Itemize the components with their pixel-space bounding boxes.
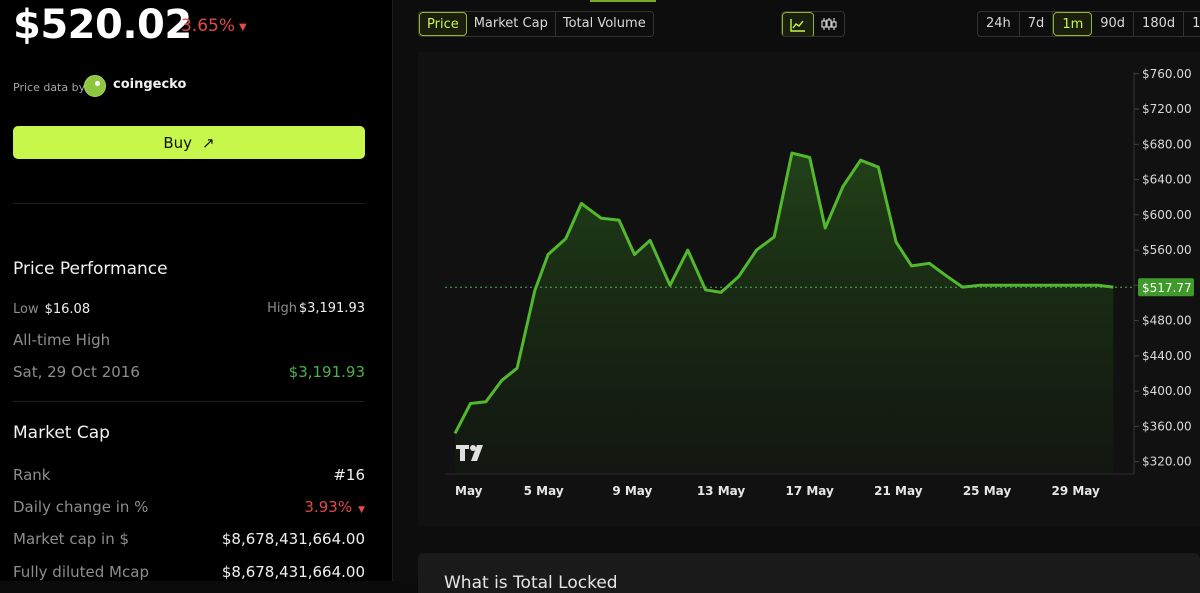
fdv-label: Fully diluted Mcap [13,563,149,581]
arrow-up-right-icon: ↗ [202,133,215,152]
coingecko-link[interactable]: coingecko [113,77,186,92]
info-panel-title: What is Total Locked [444,573,618,593]
daily-change-label: Daily change in % [13,498,149,516]
price-change-value: 3.65% [181,16,236,36]
ath-label: All-time High [13,331,111,349]
coingecko-logo-icon [84,75,106,97]
rank-row: Rank #16 [13,466,365,484]
price-performance-title: Price Performance [13,259,168,279]
range-1m[interactable]: 1m [1053,12,1093,36]
current-price: $520.02 [13,2,192,48]
time-range-selector: 24h 7d 1m 90d 180d 1y [977,11,1200,37]
daily-change-row: Daily change in % 3.93% ▼ [13,498,365,516]
high-label: High [267,301,297,316]
low-high-row: Low $16.08 High $3,191.93 [13,301,365,317]
divider [13,203,365,204]
daily-change-value: 3.93% [304,498,353,516]
tab-market-cap[interactable]: Market Cap [467,12,556,36]
fdv-row: Fully diluted Mcap $8,678,431,664.00 [13,563,365,581]
price-source-label: Price data by [13,81,86,94]
buy-button-label: Buy [163,133,193,152]
market-cap-row: Market cap in $ $8,678,431,664.00 [13,530,365,548]
tab-price[interactable]: Price [419,12,467,36]
caret-down-icon: ▼ [239,22,247,33]
caret-down-icon: ▼ [358,505,365,515]
ath-row: Sat, 29 Oct 2016 $3,191.93 [13,363,365,381]
tradingview-logo-icon [456,445,483,461]
market-cap-label: Market cap in $ [13,530,130,548]
range-90d[interactable]: 90d [1092,12,1135,36]
ath-value: $3,191.93 [288,363,365,381]
low-label: Low [13,302,39,317]
line-chart-icon [790,19,805,32]
chart-metric-tabs: Price Market Cap Total Volume [418,11,654,37]
range-1y[interactable]: 1y [1184,12,1200,36]
info-panel: What is Total Locked [418,553,1200,593]
price-chart-panel [418,52,1200,526]
range-180d[interactable]: 180d [1134,12,1185,36]
market-cap-value: $8,678,431,664.00 [221,530,365,548]
tab-total-volume[interactable]: Total Volume [556,12,653,36]
line-chart-button[interactable] [782,12,814,36]
active-section-indicator [590,0,656,2]
range-24h[interactable]: 24h [978,12,1020,36]
ath-date: Sat, 29 Oct 2016 [13,363,140,381]
fdv-value: $8,678,431,664.00 [221,563,365,581]
buy-button[interactable]: Buy ↗ [13,126,365,159]
price-change: 3.65% ▼ [181,16,247,36]
daily-change-value-wrap: 3.93% ▼ [304,498,365,516]
low-value: $16.08 [44,302,91,317]
left-panel: $520.02 3.65% ▼ Price data by coingecko B… [0,0,393,581]
candlestick-button[interactable] [814,12,844,36]
chart-type-toggle [781,11,845,37]
candlestick-icon [821,18,837,30]
rank-label: Rank [13,466,51,484]
divider [13,401,365,402]
high-value: $3,191.93 [298,301,365,316]
market-cap-title: Market Cap [13,423,110,443]
rank-value: #16 [333,466,365,484]
range-7d[interactable]: 7d [1020,12,1054,36]
